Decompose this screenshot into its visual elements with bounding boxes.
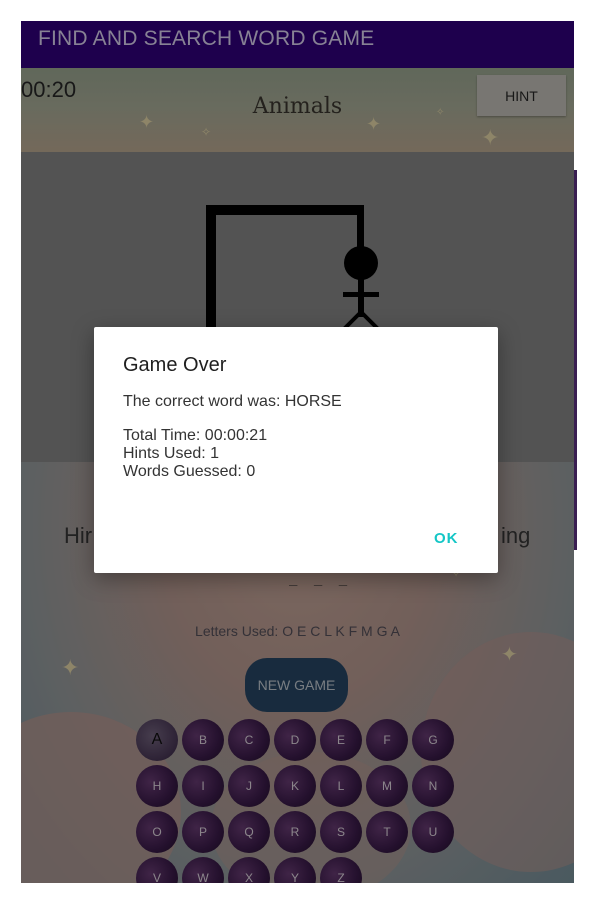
key-l[interactable]: L <box>320 765 362 807</box>
key-e[interactable]: E <box>320 719 362 761</box>
gallows-beam <box>206 205 364 215</box>
key-t[interactable]: T <box>366 811 408 853</box>
letters-used: Letters Used: O E C L K F M G A <box>195 623 400 639</box>
key-b[interactable]: B <box>182 719 224 761</box>
star-decoration: ✦ <box>481 126 500 151</box>
words-guessed-text: Words Guessed: 0 <box>123 463 256 480</box>
key-r[interactable]: R <box>274 811 316 853</box>
game-header: ✦ ✧ ✦ ✦ ✧ 00:20 Animals HINT <box>21 68 574 152</box>
hint-text-partial: Hir <box>64 523 93 548</box>
key-p[interactable]: P <box>182 811 224 853</box>
key-m[interactable]: M <box>366 765 408 807</box>
key-i[interactable]: I <box>182 765 224 807</box>
key-a[interactable]: A <box>136 719 178 761</box>
remaining-text-partial: ing <box>501 523 531 548</box>
key-g[interactable]: G <box>412 719 454 761</box>
game-over-dialog: Game Over The correct word was: HORSE To… <box>94 327 498 573</box>
key-w[interactable]: W <box>182 857 224 883</box>
key-u[interactable]: U <box>412 811 454 853</box>
star-decoration: ✦ <box>501 642 518 666</box>
ok-button[interactable]: OK <box>426 526 467 551</box>
hangman-arms <box>343 292 379 297</box>
hangman-head <box>344 246 378 280</box>
dialog-message: The correct word was: HORSE Total Time: … <box>123 393 342 481</box>
screen-edge <box>574 170 577 550</box>
key-n[interactable]: N <box>412 765 454 807</box>
key-q[interactable]: Q <box>228 811 270 853</box>
hints-used-text: Hints Used: 1 <box>123 445 220 462</box>
key-j[interactable]: J <box>228 765 270 807</box>
key-d[interactable]: D <box>274 719 316 761</box>
gallows-rope <box>357 205 364 249</box>
hint-button[interactable]: HINT <box>477 75 566 116</box>
key-k[interactable]: K <box>274 765 316 807</box>
app-title: FIND AND SEARCH WORD GAME <box>38 27 375 50</box>
dialog-title: Game Over <box>123 354 227 376</box>
key-c[interactable]: C <box>228 719 270 761</box>
app-screen: FIND AND SEARCH WORD GAME ✦ ✧ ✦ ✦ ✧ 00:2… <box>21 21 574 883</box>
app-bar: FIND AND SEARCH WORD GAME <box>21 21 574 68</box>
new-game-button[interactable]: NEW GAME <box>245 658 348 712</box>
key-h[interactable]: H <box>136 765 178 807</box>
correct-word-text: The correct word was: HORSE <box>123 393 342 410</box>
star-decoration: ✧ <box>201 125 212 139</box>
key-o[interactable]: O <box>136 811 178 853</box>
star-decoration: ✦ <box>61 656 80 681</box>
key-f[interactable]: F <box>366 719 408 761</box>
key-s[interactable]: S <box>320 811 362 853</box>
total-time-text: Total Time: 00:00:21 <box>123 427 268 444</box>
